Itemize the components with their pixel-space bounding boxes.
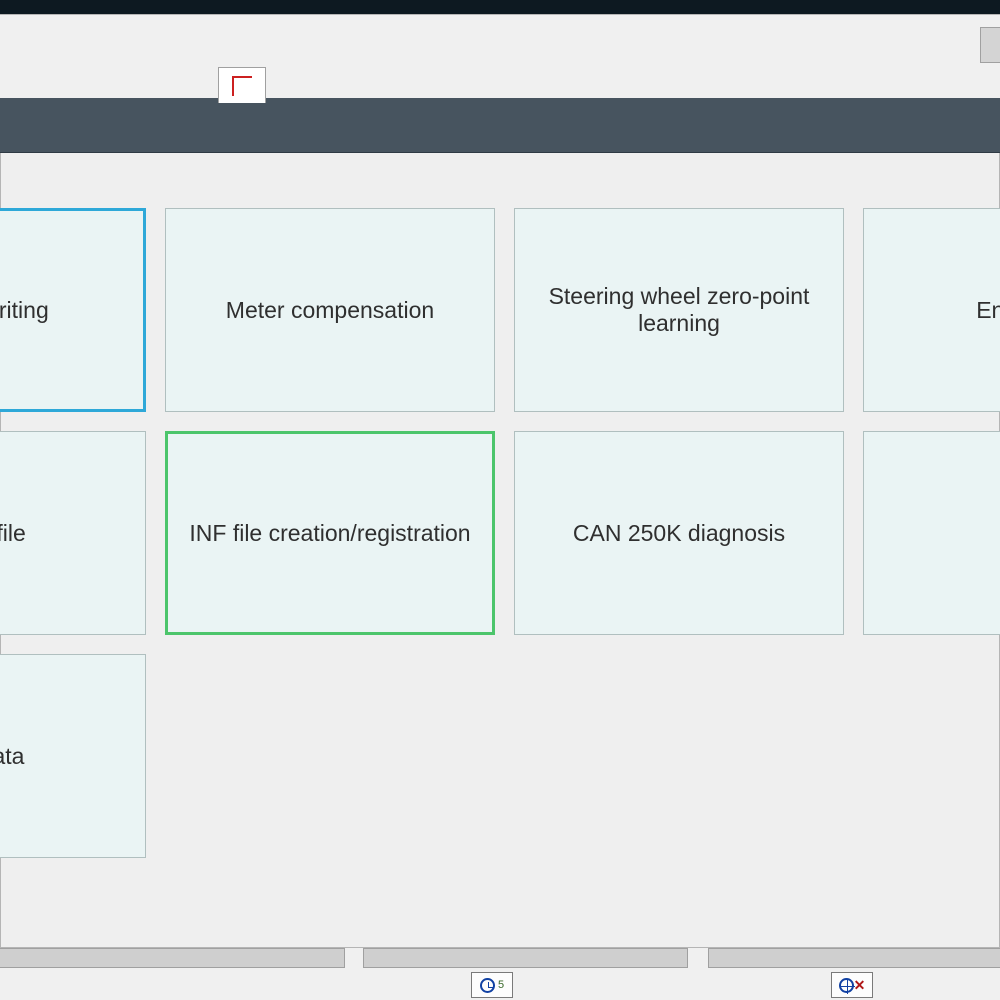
tile-steering-learning[interactable]: Steering wheel zero-point learning bbox=[514, 208, 844, 412]
tile-can-250k-diagnosis[interactable]: CAN 250K diagnosis bbox=[514, 431, 844, 635]
offline-x-icon: ✕ bbox=[854, 977, 866, 994]
tile-repro-file[interactable]: repro file bbox=[0, 431, 146, 635]
panel-body: nstant writing Meter compensation Steeri… bbox=[0, 153, 1000, 948]
status-badge-offline[interactable]: ✕ bbox=[831, 972, 873, 998]
bottom-button-1[interactable] bbox=[0, 948, 345, 968]
bottom-button-2[interactable] bbox=[363, 948, 688, 968]
tile-label: INF file creation/registration bbox=[189, 520, 470, 547]
tile-label: line data bbox=[0, 743, 24, 770]
tab-marker-icon bbox=[232, 76, 252, 96]
globe-icon bbox=[839, 978, 854, 993]
tile-label: Engine nu bbox=[976, 297, 1000, 324]
status-badge-suffix: 5 bbox=[498, 979, 504, 991]
tile-constant-writing[interactable]: nstant writing bbox=[0, 208, 146, 412]
status-badge-clock[interactable]: 5 bbox=[471, 972, 513, 998]
tile-label: Steering wheel zero-point learning bbox=[533, 283, 825, 337]
window-top-border bbox=[0, 0, 1000, 14]
tile-label: Meter compensation bbox=[226, 297, 434, 324]
tile-line-data[interactable]: line data bbox=[0, 654, 146, 858]
tile-label: repro file bbox=[0, 520, 26, 547]
tile-event[interactable]: Event bbox=[863, 431, 1000, 635]
tab-marker[interactable] bbox=[218, 67, 266, 103]
tile-grid: nstant writing Meter compensation Steeri… bbox=[0, 208, 1000, 858]
tile-inf-file-creation[interactable]: INF file creation/registration bbox=[165, 431, 495, 635]
upper-toolbar-area bbox=[0, 14, 1000, 98]
clock-icon bbox=[480, 978, 495, 993]
right-edge-tab[interactable] bbox=[980, 27, 1000, 63]
tile-engine-number[interactable]: Engine nu bbox=[863, 208, 1000, 412]
tile-label: CAN 250K diagnosis bbox=[573, 520, 785, 547]
tile-label: nstant writing bbox=[0, 297, 49, 324]
tile-meter-compensation[interactable]: Meter compensation bbox=[165, 208, 495, 412]
bottom-bar: 5 ✕ bbox=[0, 948, 1000, 1000]
bottom-button-3[interactable] bbox=[708, 948, 1000, 968]
panel-header-bar bbox=[0, 98, 1000, 153]
